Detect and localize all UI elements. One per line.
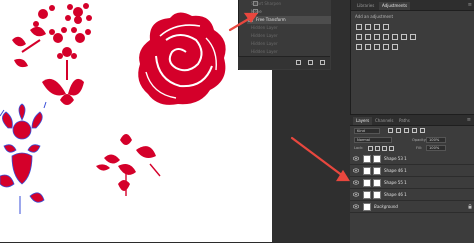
history-item[interactable]: Hidden Layer <box>251 48 278 56</box>
history-item-label: Hidden Layer <box>251 49 278 54</box>
curves-icon[interactable] <box>374 24 380 30</box>
lock-image-icon[interactable] <box>375 146 380 151</box>
history-item-label: Hidden Layer <box>251 33 278 38</box>
layer-thumbnail <box>363 179 371 187</box>
lock-icon <box>468 204 472 209</box>
vector-mask-thumbnail <box>373 179 381 187</box>
layer-name: Shape 46 1 <box>384 168 407 173</box>
opacity-input[interactable]: 100% <box>426 137 446 143</box>
history-item[interactable]: Hidden Layer <box>251 40 278 48</box>
history-item-label: Hidden Layer <box>251 41 278 46</box>
vector-mask-thumbnail <box>373 167 381 175</box>
history-item[interactable]: Move <box>251 8 262 16</box>
lock-label: Lock: <box>354 146 364 150</box>
tab-paths[interactable]: Paths <box>396 117 413 125</box>
move-icon <box>253 9 258 14</box>
levels-icon[interactable] <box>365 24 371 30</box>
layer-thumbnail <box>363 155 371 163</box>
visibility-eye-icon[interactable] <box>353 192 359 197</box>
layer-row[interactable]: Shape 46 1 <box>350 165 474 177</box>
fill-label: Fill: <box>416 146 423 150</box>
lock-transparent-icon[interactable] <box>368 146 373 151</box>
posterize-icon[interactable] <box>365 44 371 50</box>
rose-shape <box>138 12 226 105</box>
snapshot-icon[interactable] <box>308 60 313 65</box>
channel-mixer-icon[interactable] <box>401 34 407 40</box>
flower-shape-1 <box>12 5 55 68</box>
history-step-icon <box>253 1 258 6</box>
layer-row[interactable]: Shape 55 1 <box>350 177 474 189</box>
selective-color-icon[interactable] <box>392 44 398 50</box>
layer-row[interactable]: Shape 53 1 <box>350 153 474 165</box>
brightness-contrast-icon[interactable] <box>356 24 362 30</box>
filter-type-icon[interactable] <box>404 128 409 133</box>
history-item-label: Free Transform <box>256 17 286 22</box>
background-thumbnail <box>363 203 371 211</box>
color-lookup-icon[interactable] <box>410 34 416 40</box>
black-white-icon[interactable] <box>383 34 389 40</box>
layers-tabbar: Layers Channels Paths ≡ <box>350 115 474 126</box>
color-balance-icon[interactable] <box>374 34 380 40</box>
selected-flower-shape <box>0 101 47 214</box>
fill-input[interactable]: 100% <box>426 145 446 151</box>
hue-saturation-icon[interactable] <box>365 34 371 40</box>
lock-position-icon[interactable] <box>382 146 387 151</box>
layer-name: Background <box>374 204 398 209</box>
add-adjustment-label: Add an adjustment <box>355 14 394 19</box>
visibility-eye-icon[interactable] <box>353 168 359 173</box>
exposure-icon[interactable] <box>383 24 389 30</box>
transform-icon <box>248 17 253 22</box>
layers-panel: Layers Channels Paths ≡ Kind Normal Opac… <box>350 114 474 243</box>
blend-mode-select[interactable]: Normal <box>354 137 392 143</box>
adjustments-tabbar: Libraries Adjustments ≡ <box>351 0 474 11</box>
opacity-label: Opacity: <box>412 138 427 142</box>
layer-name: Shape 55 1 <box>384 180 407 185</box>
history-item[interactable]: Smart Sharpen <box>251 0 281 8</box>
new-document-from-state-icon[interactable] <box>296 60 301 65</box>
panel-menu-icon[interactable]: ≡ <box>468 2 472 8</box>
gradient-map-icon[interactable] <box>383 44 389 50</box>
tab-channels[interactable]: Channels <box>372 117 397 125</box>
layer-thumbnail <box>363 191 371 199</box>
artwork <box>0 3 226 214</box>
visibility-eye-icon[interactable] <box>353 180 359 185</box>
blend-mode-value: Normal <box>357 138 371 142</box>
invert-icon[interactable] <box>356 44 362 50</box>
layer-name: Shape 46 1 <box>384 192 407 197</box>
history-item-label: Hidden Layer <box>251 25 278 30</box>
layer-row[interactable]: Shape 46 1 <box>350 189 474 201</box>
document-canvas[interactable] <box>0 0 272 242</box>
filter-smart-object-icon[interactable] <box>420 128 425 133</box>
flower-shape-2 <box>42 3 92 105</box>
trash-icon[interactable] <box>320 60 325 65</box>
vector-mask-thumbnail <box>373 155 381 163</box>
visibility-eye-icon[interactable] <box>353 204 359 209</box>
filter-adjustment-icon[interactable] <box>396 128 401 133</box>
vector-mask-thumbnail <box>373 191 381 199</box>
history-footer <box>238 56 330 69</box>
visibility-eye-icon[interactable] <box>353 156 359 161</box>
history-item[interactable]: Hidden Layer <box>251 24 278 32</box>
layer-filter-kind[interactable]: Kind <box>354 128 380 134</box>
layer-thumbnail <box>363 167 371 175</box>
tab-libraries[interactable]: Libraries <box>354 2 377 10</box>
vibrance-icon[interactable] <box>356 34 362 40</box>
photo-filter-icon[interactable] <box>392 34 398 40</box>
lock-all-icon[interactable] <box>389 146 394 151</box>
history-item[interactable]: Hidden Layer <box>251 32 278 40</box>
tab-adjustments[interactable]: Adjustments <box>379 2 411 10</box>
flower-shape-3 <box>96 134 161 196</box>
filter-kind-label: Kind <box>357 129 365 133</box>
fill-value: 100% <box>429 146 440 150</box>
filter-shape-icon[interactable] <box>412 128 417 133</box>
layer-row-background[interactable]: Background <box>350 201 474 213</box>
opacity-value: 100% <box>429 138 440 142</box>
layer-name: Shape 53 1 <box>384 156 407 161</box>
history-item-selected[interactable]: Free Transform <box>247 16 331 24</box>
threshold-icon[interactable] <box>374 44 380 50</box>
panel-menu-icon[interactable]: ≡ <box>467 117 471 123</box>
tab-layers[interactable]: Layers <box>353 117 373 125</box>
filter-pixel-icon[interactable] <box>388 128 393 133</box>
